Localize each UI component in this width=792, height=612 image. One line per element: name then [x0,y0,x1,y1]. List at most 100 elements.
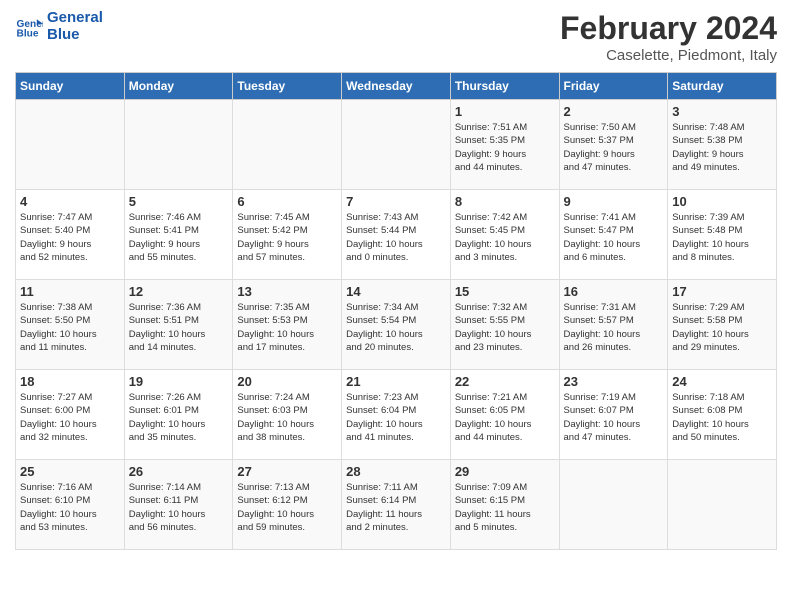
calendar-week-row: 4 Sunrise: 7:47 AM Sunset: 5:40 PM Daylig… [16,190,777,280]
calendar-cell [124,100,233,190]
day-number: 2 [564,104,664,119]
day-number: 17 [672,284,772,299]
day-number: 11 [20,284,120,299]
day-info: Sunrise: 7:34 AM Sunset: 5:54 PM Dayligh… [346,301,446,354]
calendar-cell: 7 Sunrise: 7:43 AM Sunset: 5:44 PM Daylig… [342,190,451,280]
calendar-cell: 16Sunrise: 7:31 AM Sunset: 5:57 PM Dayli… [559,280,668,370]
day-header-wednesday: Wednesday [342,73,451,100]
day-number: 3 [672,104,772,119]
calendar-cell [233,100,342,190]
calendar-week-row: 25 Sunrise: 7:16 AM Sunset: 6:10 PM Dayli… [16,460,777,550]
calendar-header-row: SundayMondayTuesdayWednesdayThursdayFrid… [16,73,777,100]
day-number: 26 [129,464,229,479]
calendar-cell: 11 Sunrise: 7:38 AM Sunset: 5:50 PM Dayli… [16,280,125,370]
day-number: 7 [346,194,446,209]
day-info: Sunrise: 7:13 AM Sunset: 6:12 PM Dayligh… [237,481,337,534]
calendar-cell: 19 Sunrise: 7:26 AM Sunset: 6:01 PM Dayli… [124,370,233,460]
calendar-cell: 18 Sunrise: 7:27 AM Sunset: 6:00 PM Dayli… [16,370,125,460]
day-number: 4 [20,194,120,209]
day-info: Sunrise: 7:51 AM Sunset: 5:35 PM Dayligh… [455,121,555,174]
calendar-cell [16,100,125,190]
day-number: 23 [564,374,664,389]
calendar-table: SundayMondayTuesdayWednesdayThursdayFrid… [15,72,777,550]
day-info: Sunrise: 7:41 AM Sunset: 5:47 PM Dayligh… [564,211,664,264]
calendar-cell: 27 Sunrise: 7:13 AM Sunset: 6:12 PM Dayli… [233,460,342,550]
calendar-cell: 10Sunrise: 7:39 AM Sunset: 5:48 PM Dayli… [668,190,777,280]
calendar-cell: 2 Sunrise: 7:50 AM Sunset: 5:37 PM Daylig… [559,100,668,190]
day-info: Sunrise: 7:16 AM Sunset: 6:10 PM Dayligh… [20,481,120,534]
day-info: Sunrise: 7:29 AM Sunset: 5:58 PM Dayligh… [672,301,772,354]
calendar-cell: 29 Sunrise: 7:09 AM Sunset: 6:15 PM Dayli… [450,460,559,550]
svg-text:Blue: Blue [17,28,39,39]
day-info: Sunrise: 7:26 AM Sunset: 6:01 PM Dayligh… [129,391,229,444]
page-header: General Blue General Blue February 2024 … [15,10,777,64]
day-number: 14 [346,284,446,299]
calendar-body: 1 Sunrise: 7:51 AM Sunset: 5:35 PM Daylig… [16,100,777,550]
day-header-monday: Monday [124,73,233,100]
day-info: Sunrise: 7:18 AM Sunset: 6:08 PM Dayligh… [672,391,772,444]
day-number: 12 [129,284,229,299]
day-info: Sunrise: 7:39 AM Sunset: 5:48 PM Dayligh… [672,211,772,264]
calendar-cell: 14 Sunrise: 7:34 AM Sunset: 5:54 PM Dayli… [342,280,451,370]
day-number: 6 [237,194,337,209]
day-number: 27 [237,464,337,479]
day-info: Sunrise: 7:42 AM Sunset: 5:45 PM Dayligh… [455,211,555,264]
day-info: Sunrise: 7:46 AM Sunset: 5:41 PM Dayligh… [129,211,229,264]
day-info: Sunrise: 7:48 AM Sunset: 5:38 PM Dayligh… [672,121,772,174]
calendar-cell: 23 Sunrise: 7:19 AM Sunset: 6:07 PM Dayli… [559,370,668,460]
calendar-cell: 26Sunrise: 7:14 AM Sunset: 6:11 PM Dayli… [124,460,233,550]
day-number: 5 [129,194,229,209]
calendar-cell: 15 Sunrise: 7:32 AM Sunset: 5:55 PM Dayli… [450,280,559,370]
day-header-tuesday: Tuesday [233,73,342,100]
calendar-cell: 20Sunrise: 7:24 AM Sunset: 6:03 PM Dayli… [233,370,342,460]
day-number: 9 [564,194,664,209]
main-title: February 2024 [560,10,777,47]
calendar-cell: 5 Sunrise: 7:46 AM Sunset: 5:41 PM Daylig… [124,190,233,280]
day-info: Sunrise: 7:35 AM Sunset: 5:53 PM Dayligh… [237,301,337,354]
day-info: Sunrise: 7:50 AM Sunset: 5:37 PM Dayligh… [564,121,664,174]
day-info: Sunrise: 7:11 AM Sunset: 6:14 PM Dayligh… [346,481,446,534]
subtitle: Caselette, Piedmont, Italy [560,47,777,64]
day-header-sunday: Sunday [16,73,125,100]
logo-icon: General Blue [15,13,43,41]
day-info: Sunrise: 7:43 AM Sunset: 5:44 PM Dayligh… [346,211,446,264]
day-info: Sunrise: 7:09 AM Sunset: 6:15 PM Dayligh… [455,481,555,534]
day-info: Sunrise: 7:47 AM Sunset: 5:40 PM Dayligh… [20,211,120,264]
day-info: Sunrise: 7:27 AM Sunset: 6:00 PM Dayligh… [20,391,120,444]
day-number: 13 [237,284,337,299]
logo-general: General [47,9,103,26]
day-info: Sunrise: 7:19 AM Sunset: 6:07 PM Dayligh… [564,391,664,444]
day-number: 22 [455,374,555,389]
title-block: February 2024 Caselette, Piedmont, Italy [560,10,777,64]
calendar-cell: 25 Sunrise: 7:16 AM Sunset: 6:10 PM Dayli… [16,460,125,550]
calendar-cell [559,460,668,550]
day-number: 28 [346,464,446,479]
calendar-cell: 21Sunrise: 7:23 AM Sunset: 6:04 PM Dayli… [342,370,451,460]
day-info: Sunrise: 7:23 AM Sunset: 6:04 PM Dayligh… [346,391,446,444]
day-number: 18 [20,374,120,389]
day-number: 25 [20,464,120,479]
day-number: 1 [455,104,555,119]
day-number: 20 [237,374,337,389]
logo: General Blue General Blue [15,10,103,43]
day-header-friday: Friday [559,73,668,100]
day-number: 29 [455,464,555,479]
logo-blue: Blue [47,26,80,43]
calendar-cell: 6 Sunrise: 7:45 AM Sunset: 5:42 PM Daylig… [233,190,342,280]
day-number: 15 [455,284,555,299]
calendar-cell: 22 Sunrise: 7:21 AM Sunset: 6:05 PM Dayli… [450,370,559,460]
calendar-cell: 9 Sunrise: 7:41 AM Sunset: 5:47 PM Daylig… [559,190,668,280]
day-info: Sunrise: 7:32 AM Sunset: 5:55 PM Dayligh… [455,301,555,354]
day-number: 8 [455,194,555,209]
calendar-cell [342,100,451,190]
calendar-week-row: 11 Sunrise: 7:38 AM Sunset: 5:50 PM Dayli… [16,280,777,370]
day-number: 16 [564,284,664,299]
day-number: 24 [672,374,772,389]
calendar-cell: 1 Sunrise: 7:51 AM Sunset: 5:35 PM Daylig… [450,100,559,190]
day-header-thursday: Thursday [450,73,559,100]
day-info: Sunrise: 7:38 AM Sunset: 5:50 PM Dayligh… [20,301,120,354]
day-info: Sunrise: 7:45 AM Sunset: 5:42 PM Dayligh… [237,211,337,264]
day-info: Sunrise: 7:21 AM Sunset: 6:05 PM Dayligh… [455,391,555,444]
calendar-cell: 3 Sunrise: 7:48 AM Sunset: 5:38 PM Daylig… [668,100,777,190]
day-number: 19 [129,374,229,389]
